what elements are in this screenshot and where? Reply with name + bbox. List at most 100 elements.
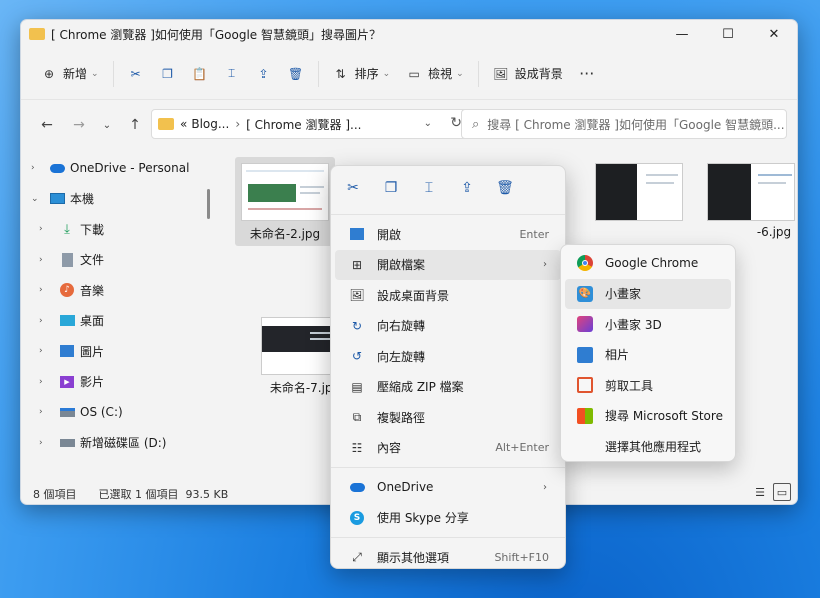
- cloud-icon: [349, 479, 365, 495]
- menu-item-compress-zip[interactable]: ▤ 壓縮成 ZIP 檔案: [335, 372, 561, 403]
- delete-button[interactable]: 🗑: [280, 58, 312, 90]
- divider: [112, 60, 114, 87]
- zip-icon: ▤: [351, 379, 363, 394]
- arrow-left-icon: ←: [41, 117, 53, 133]
- drive-os-icon: [59, 404, 75, 420]
- cloud-icon: [49, 160, 65, 176]
- submenu-item-paint3d[interactable]: 小畫家 3D: [565, 309, 731, 340]
- submenu-item-store[interactable]: 搜尋 Microsoft Store: [565, 401, 731, 432]
- menu-item-open-with[interactable]: ⊞ 開啟檔案 ›: [335, 249, 561, 280]
- rotate-left-icon: ↺: [351, 349, 363, 364]
- open-with-icon: ⊞: [351, 257, 363, 272]
- more-button[interactable]: ···: [571, 58, 603, 90]
- chevron-down-icon[interactable]: ⌄: [31, 194, 41, 204]
- sidebar-item-downloads[interactable]: › ⤓ 下載: [21, 214, 215, 245]
- chevron-right-icon[interactable]: ›: [39, 255, 49, 265]
- menu-item-open[interactable]: 開啟 Enter: [335, 219, 561, 250]
- share-icon[interactable]: ⇪: [457, 178, 477, 198]
- maximize-button[interactable]: ☐: [705, 20, 751, 48]
- cut-button[interactable]: ✂: [120, 58, 152, 90]
- sidebar-item-drive-c[interactable]: › OS (C:): [21, 397, 215, 428]
- divider: [331, 214, 565, 215]
- chevron-down-icon: ⌄: [102, 119, 112, 131]
- rename-button[interactable]: ⌶: [216, 58, 248, 90]
- menu-item-copy-path[interactable]: ⧉ 複製路徑: [335, 402, 561, 433]
- item-count: 8 個項目: [33, 488, 77, 501]
- menu-item-rotate-right[interactable]: ↻ 向右旋轉: [335, 311, 561, 342]
- new-button[interactable]: ⊕ 新增 ⌄: [33, 58, 107, 90]
- file-item-selected[interactable]: 未命名-2.jpg: [235, 157, 335, 246]
- folder-icon: [29, 28, 45, 40]
- file-item[interactable]: [589, 163, 689, 221]
- up-button[interactable]: ↑: [119, 110, 151, 140]
- chevron-right-icon[interactable]: ›: [39, 438, 49, 448]
- copy-button[interactable]: ❐: [152, 58, 184, 90]
- title-bar: [ Chrome 瀏覽器 ]如何使用「Google 智慧鏡頭」搜尋圖片？ — ☐…: [21, 20, 797, 48]
- menu-item-skype-share[interactable]: S 使用 Skype 分享: [335, 503, 561, 534]
- menu-item-rotate-left[interactable]: ↺ 向左旋轉: [335, 341, 561, 372]
- chevron-right-icon[interactable]: ›: [39, 377, 49, 387]
- menu-item-more-options[interactable]: ⤢ 顯示其他選項 Shift+F10: [335, 542, 561, 573]
- share-icon: ⇪: [258, 66, 269, 81]
- close-button[interactable]: ✕: [751, 20, 797, 48]
- pictures-icon: [59, 343, 75, 359]
- menu-item-onedrive[interactable]: OneDrive ›: [335, 472, 561, 503]
- context-quick-actions: ✂ ❐ ⌶ ⇪ 🗑: [331, 166, 565, 210]
- sidebar-item-drive-d[interactable]: › 新增磁碟區 (D:): [21, 428, 215, 459]
- sidebar-item-music[interactable]: › ♪ 音樂: [21, 275, 215, 306]
- scissors-icon[interactable]: ✂: [343, 178, 363, 198]
- arrow-up-icon: ↑: [129, 117, 141, 133]
- address-bar[interactable]: « Blog... › [ Chrome 瀏覽器 ]... ⌄ ↻: [151, 109, 473, 139]
- breadcrumb-overflow[interactable]: «: [180, 117, 187, 131]
- submenu-item-snipping-tool[interactable]: 剪取工具: [565, 370, 731, 401]
- large-icons-view-icon[interactable]: ▭: [773, 483, 791, 501]
- chevron-right-icon[interactable]: ›: [39, 346, 49, 356]
- view-button[interactable]: ▭ 檢視 ⌄: [398, 58, 472, 90]
- share-button[interactable]: ⇪: [248, 58, 280, 90]
- recent-button[interactable]: ⌄: [95, 110, 119, 140]
- menu-item-set-background[interactable]: 🖼 設成桌面背景: [335, 280, 561, 311]
- search-box[interactable]: ⌕ 搜尋 [ Chrome 瀏覽器 ]如何使用「Google 智慧鏡頭...: [461, 109, 787, 139]
- set-background-button[interactable]: 🖼 設成背景: [485, 58, 571, 90]
- search-icon: ⌕: [472, 116, 480, 132]
- chevron-right-icon[interactable]: ›: [31, 163, 41, 173]
- copy-icon[interactable]: ❐: [381, 178, 401, 198]
- submenu-item-paint[interactable]: 🎨 小畫家: [565, 278, 731, 309]
- sidebar-scrollbar[interactable]: [207, 153, 211, 483]
- chevron-down-icon[interactable]: ⌄: [424, 118, 432, 129]
- sidebar-item-desktop[interactable]: › 桌面: [21, 306, 215, 337]
- submenu-item-choose-app[interactable]: 選擇其他應用程式: [565, 431, 731, 462]
- chevron-right-icon[interactable]: ›: [39, 407, 49, 417]
- sidebar-item-videos[interactable]: › ▶ 影片: [21, 367, 215, 398]
- menu-item-properties[interactable]: ☷ 內容 Alt+Enter: [335, 433, 561, 464]
- chevron-right-icon[interactable]: ›: [39, 224, 49, 234]
- chevron-right-icon[interactable]: ›: [39, 316, 49, 326]
- file-item[interactable]: -6.jpg: [701, 163, 797, 239]
- submenu-item-photos[interactable]: 相片: [565, 340, 731, 371]
- wallpaper-icon: 🖼: [349, 288, 365, 303]
- sort-button[interactable]: ⇅ 排序 ⌄: [325, 58, 399, 90]
- expand-icon: ⤢: [352, 549, 362, 564]
- scrollbar-thumb[interactable]: [207, 189, 210, 219]
- trash-icon[interactable]: 🗑: [495, 178, 515, 198]
- sidebar-item-pictures[interactable]: › 圖片: [21, 336, 215, 367]
- selected-count: 已選取 1 個項目 93.5 KB: [98, 488, 229, 501]
- paste-button[interactable]: 📋: [184, 58, 216, 90]
- breadcrumb-blog[interactable]: Blog...: [191, 117, 229, 131]
- paint-icon: 🎨: [577, 285, 593, 302]
- chevron-right-icon[interactable]: ›: [39, 285, 49, 295]
- forward-button[interactable]: →: [63, 110, 95, 140]
- properties-icon: ☷: [351, 440, 363, 455]
- file-name: 未命名-2.jpg: [249, 227, 321, 241]
- back-button[interactable]: ←: [31, 110, 63, 140]
- sidebar-item-documents[interactable]: › 文件: [21, 245, 215, 276]
- breadcrumb-current[interactable]: [ Chrome 瀏覽器 ]...: [246, 116, 361, 133]
- minimize-button[interactable]: —: [659, 20, 705, 48]
- store-icon: [577, 407, 593, 424]
- sidebar-item-onedrive[interactable]: › OneDrive - Personal: [21, 153, 215, 184]
- rename-icon[interactable]: ⌶: [419, 178, 439, 198]
- details-view-icon[interactable]: ☰: [751, 483, 769, 501]
- skype-icon: S: [349, 510, 365, 526]
- submenu-item-chrome[interactable]: Google Chrome: [565, 248, 731, 279]
- sidebar-item-this-pc[interactable]: ⌄ 本機: [21, 184, 215, 215]
